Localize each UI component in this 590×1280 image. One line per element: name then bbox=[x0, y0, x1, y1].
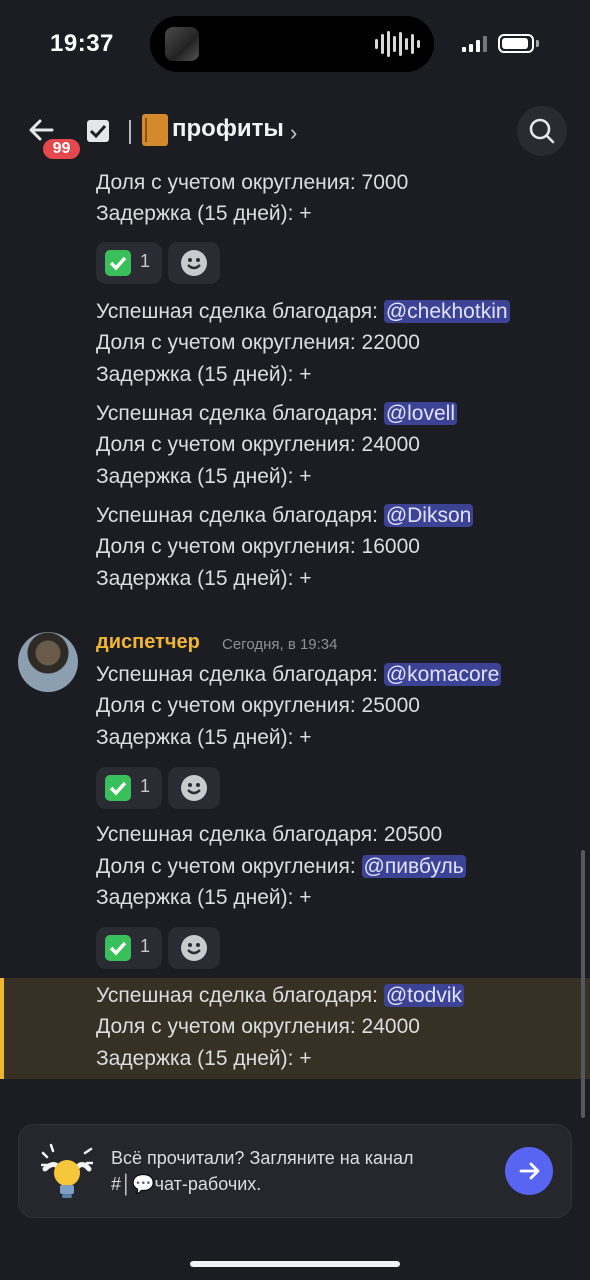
reaction-count: 1 bbox=[140, 936, 151, 956]
add-reaction-icon bbox=[181, 775, 207, 801]
battery-cap bbox=[536, 40, 539, 47]
unread-badge: 99 bbox=[40, 136, 83, 162]
user-mention[interactable]: @todvik bbox=[383, 984, 465, 1007]
cellular-signal-icon bbox=[462, 36, 487, 52]
user-mention[interactable]: @komacore bbox=[383, 663, 502, 686]
chevron-right-icon[interactable]: › bbox=[290, 120, 297, 146]
screen: 19:37 99 профиты › Доля с учетом округле… bbox=[0, 0, 590, 1280]
header-divider bbox=[129, 120, 131, 144]
status-bar: 19:37 bbox=[0, 0, 590, 90]
message-line: Задержка (15 дней): + bbox=[96, 202, 312, 225]
add-reaction-icon bbox=[181, 935, 207, 961]
check-mark-emoji-icon bbox=[105, 250, 131, 276]
now-playing-artwork bbox=[165, 27, 199, 61]
dynamic-island bbox=[150, 16, 434, 72]
next-channel-banner[interactable]: Всё прочитали? Загляните на канал #│💬чат… bbox=[18, 1124, 572, 1218]
message-timestamp: Сегодня, в 19:34 bbox=[222, 636, 338, 653]
reaction-check[interactable]: 1 bbox=[96, 767, 162, 809]
message-line: Доля с учетом округления: 24000 bbox=[96, 433, 420, 456]
message-line: Задержка (15 дней): + bbox=[96, 1047, 312, 1070]
home-indicator[interactable] bbox=[190, 1261, 400, 1267]
user-mention[interactable]: @lovell bbox=[383, 402, 458, 425]
message-line: Доля с учетом округления: @пивбуль bbox=[96, 855, 466, 878]
add-reaction-button[interactable] bbox=[168, 767, 220, 809]
audio-wave-icon bbox=[375, 30, 420, 58]
message-line: Доля с учетом округления: 24000 bbox=[96, 1015, 420, 1038]
channel-header: 99 профиты › bbox=[0, 100, 590, 164]
scrollbar[interactable] bbox=[581, 850, 585, 1118]
check-mark-emoji-icon bbox=[105, 935, 131, 961]
highlight-marker bbox=[0, 978, 4, 1079]
reaction-count: 1 bbox=[140, 776, 151, 796]
message-line: Доля с учетом округления: 22000 bbox=[96, 331, 420, 354]
banner-text: Всё прочитали? Загляните на канал #│💬чат… bbox=[111, 1148, 414, 1194]
channel-book-icon bbox=[142, 114, 168, 146]
reaction-check[interactable]: 1 bbox=[96, 242, 162, 284]
message-line: Задержка (15 дней): + bbox=[96, 726, 312, 749]
search-icon[interactable] bbox=[517, 106, 567, 156]
arrow-right-icon[interactable] bbox=[505, 1147, 553, 1195]
message-line: Доля с учетом округления: 16000 bbox=[96, 535, 420, 558]
message-line: Задержка (15 дней): + bbox=[96, 465, 312, 488]
message-line: Задержка (15 дней): + bbox=[96, 363, 312, 386]
message-line: Успешная сделка благодаря: @komacore bbox=[96, 663, 502, 686]
message-line: Успешная сделка благодаря: @lovell bbox=[96, 402, 458, 425]
add-reaction-button[interactable] bbox=[168, 927, 220, 969]
author-name[interactable]: диспетчер bbox=[96, 631, 200, 654]
message-line: Задержка (15 дней): + bbox=[96, 567, 312, 590]
reaction-count: 1 bbox=[140, 251, 151, 271]
status-time: 19:37 bbox=[50, 30, 114, 57]
battery-icon bbox=[498, 34, 534, 53]
message-line: Успешная сделка благодаря: @Dikson bbox=[96, 504, 474, 527]
channel-name[interactable]: профиты bbox=[172, 115, 284, 143]
lightbulb-icon bbox=[41, 1143, 93, 1198]
add-reaction-button[interactable] bbox=[168, 242, 220, 284]
message-line: Доля с учетом округления: 7000 bbox=[96, 171, 409, 194]
add-reaction-icon bbox=[181, 250, 207, 276]
message-line: Доля с учетом округления: 25000 bbox=[96, 694, 420, 717]
message-line: Успешная сделка благодаря: @todvik bbox=[96, 984, 465, 1007]
user-mention[interactable]: @пивбуль bbox=[361, 855, 466, 878]
message-line: Успешная сделка благодаря: 20500 bbox=[96, 823, 443, 846]
message-line: Задержка (15 дней): + bbox=[96, 886, 312, 909]
thread-icon[interactable] bbox=[85, 118, 111, 144]
reaction-check[interactable]: 1 bbox=[96, 927, 162, 969]
check-mark-emoji-icon bbox=[105, 775, 131, 801]
user-mention[interactable]: @chekhotkin bbox=[383, 300, 510, 323]
message-line: Успешная сделка благодаря: @chekhotkin bbox=[96, 300, 510, 323]
user-mention[interactable]: @Dikson bbox=[383, 504, 474, 527]
avatar[interactable] bbox=[18, 632, 78, 692]
